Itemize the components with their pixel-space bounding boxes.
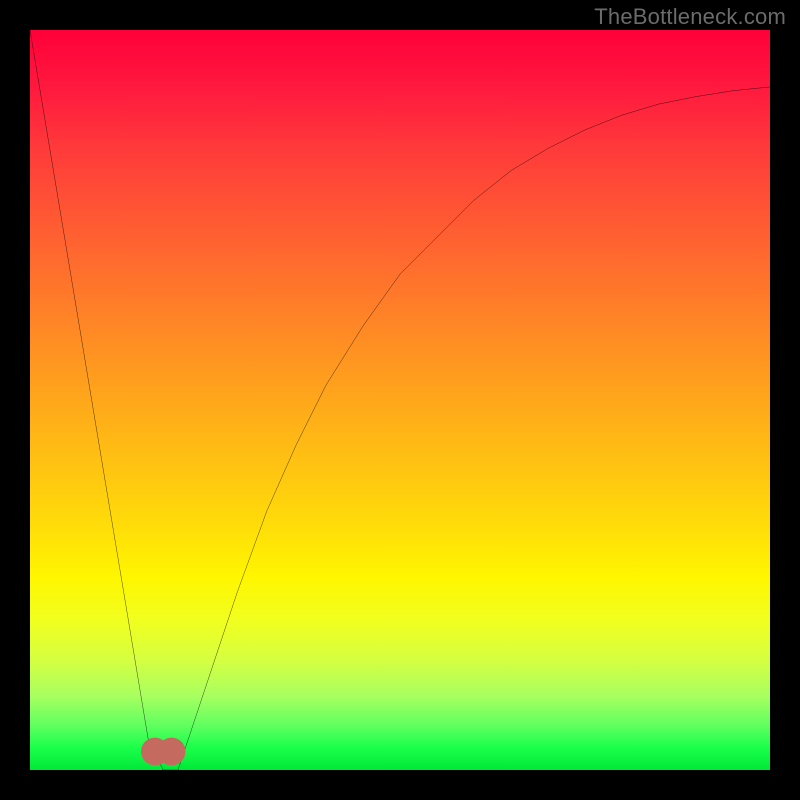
chart-frame: TheBottleneck.com xyxy=(0,0,800,800)
bottleneck-curve-line xyxy=(30,30,770,770)
optimal-zone-marker xyxy=(141,738,185,766)
chart-plot-area xyxy=(30,30,770,770)
optimal-zone-lobe-2 xyxy=(158,738,186,766)
watermark-text: TheBottleneck.com xyxy=(594,4,786,30)
chart-svg xyxy=(30,30,770,770)
